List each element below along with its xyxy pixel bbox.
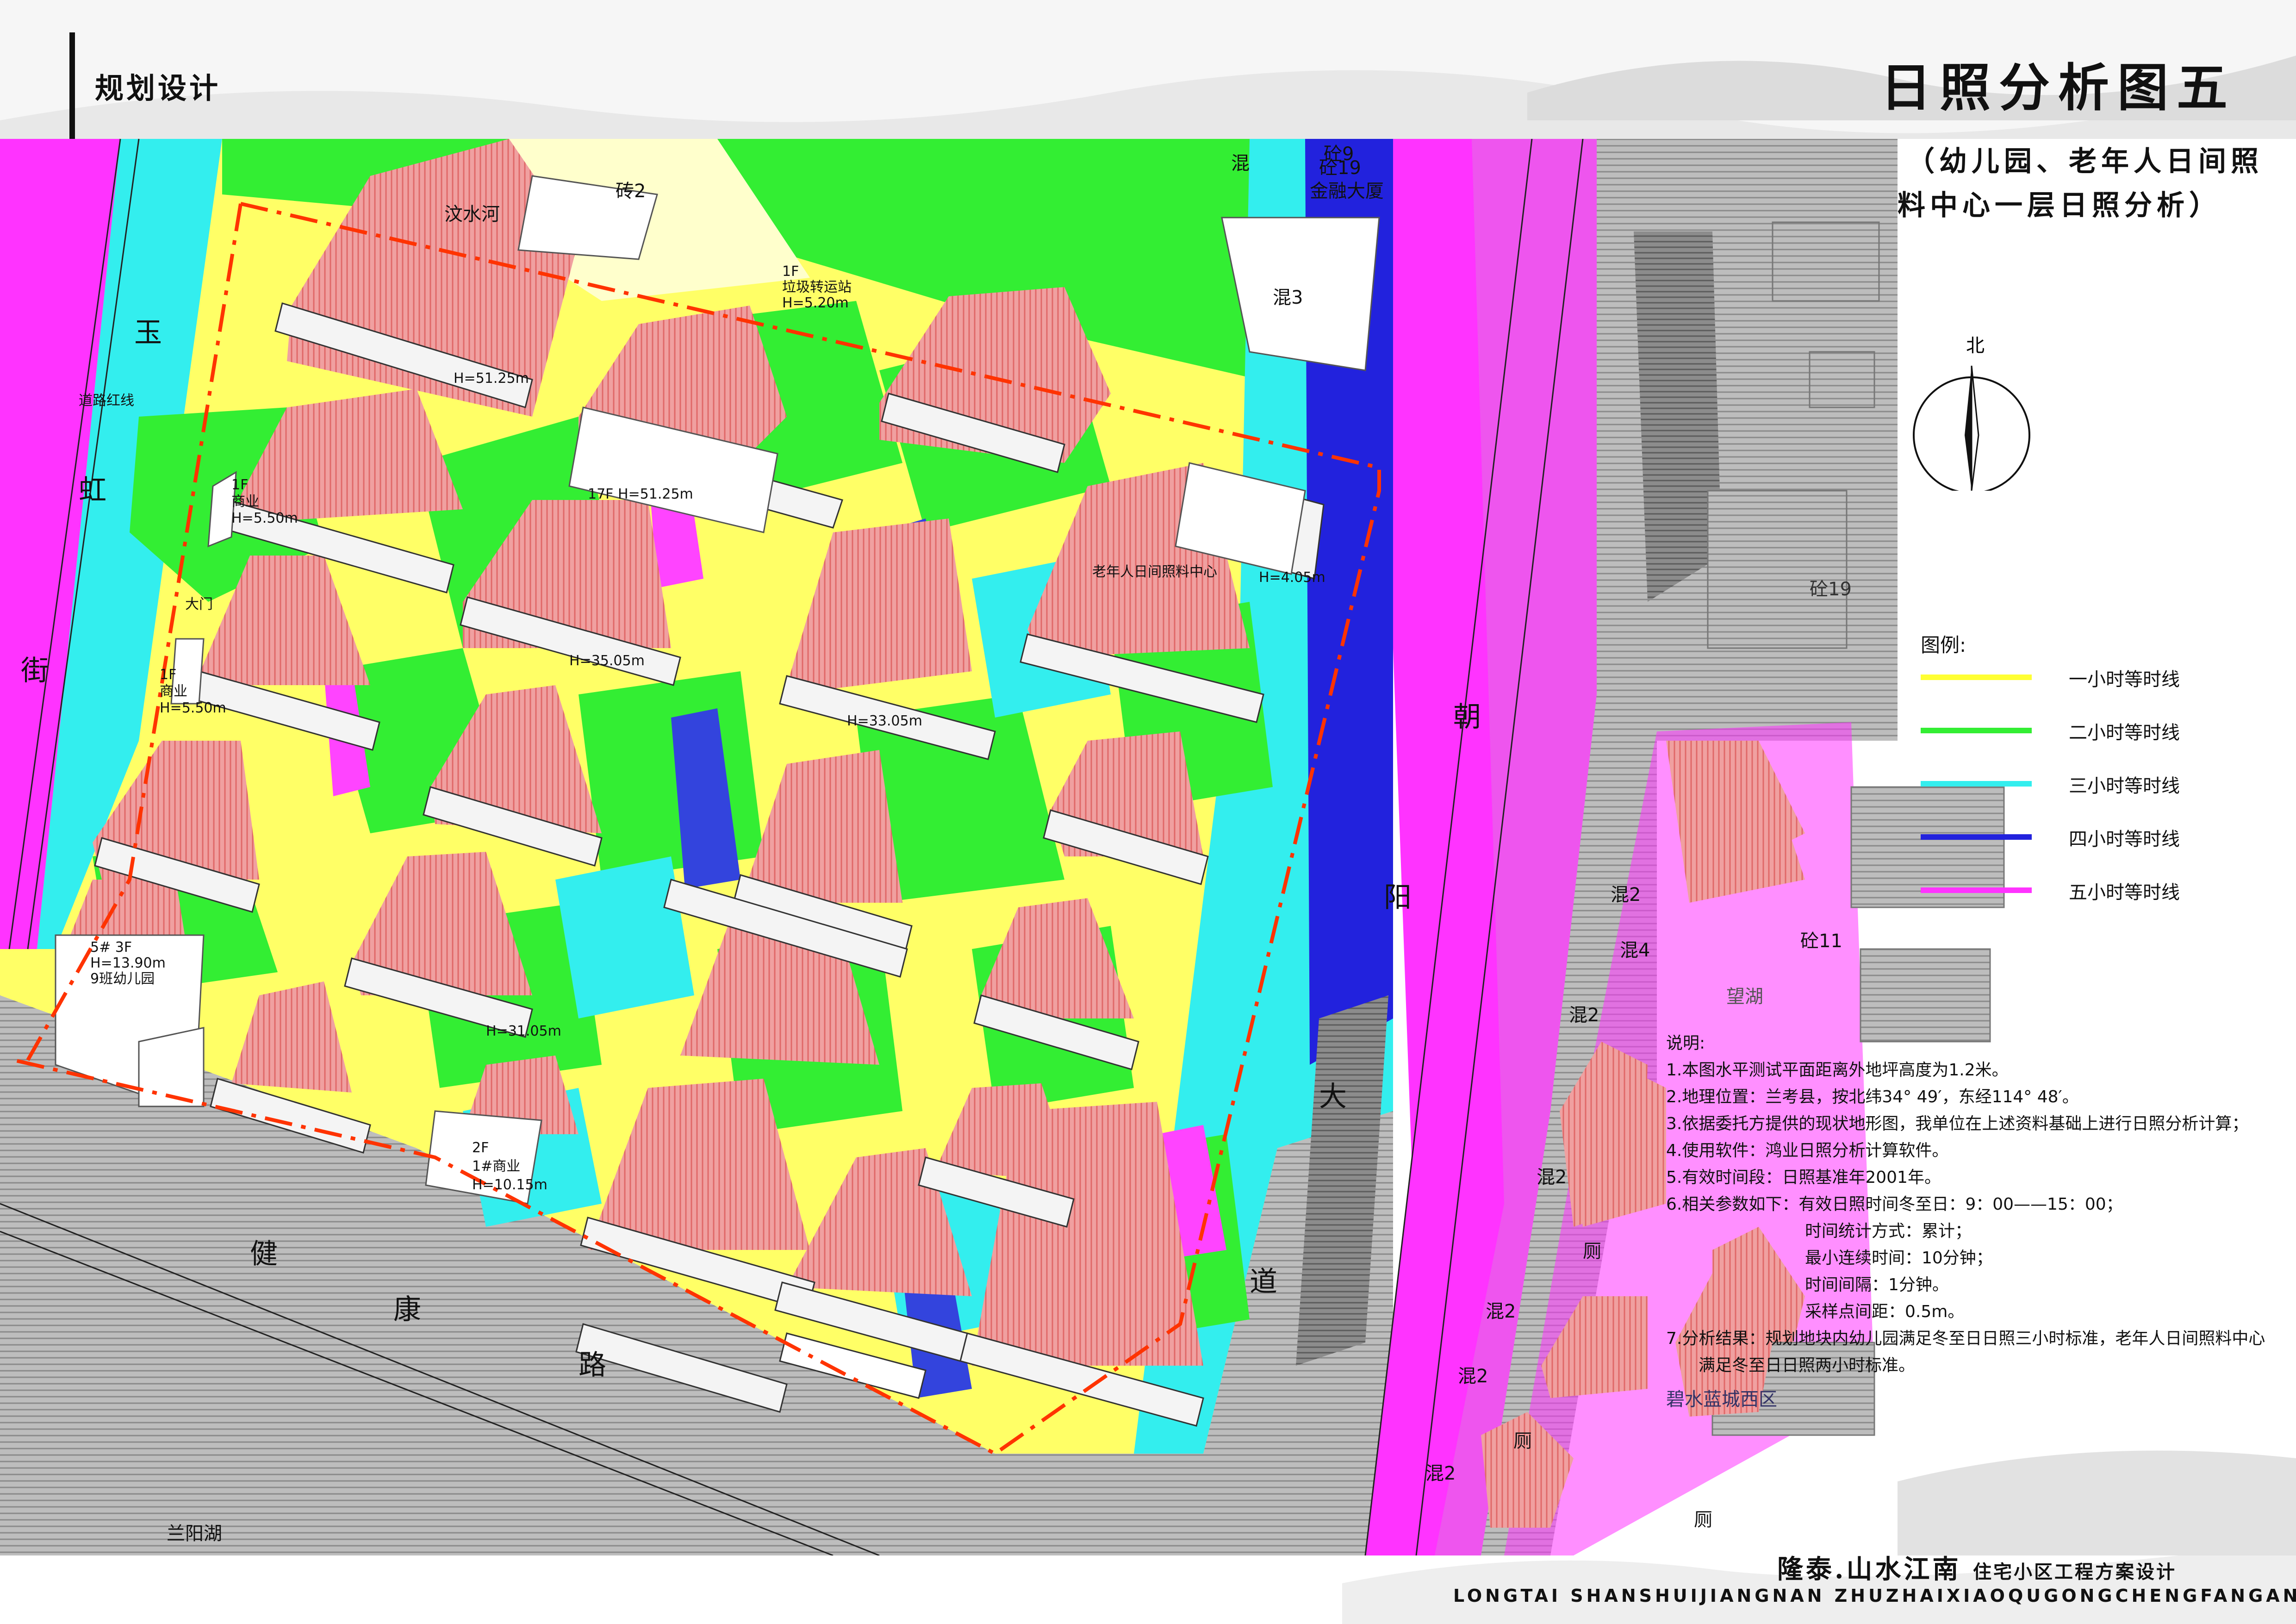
building-tag: 厕: [1583, 1241, 1601, 1262]
notes-param: 采样点间距：0.5m。: [1805, 1302, 1965, 1321]
river-label: 汶水河: [444, 204, 500, 225]
subtitle-line2: 料中心一层日照分析）: [1898, 189, 2221, 222]
notes-title: 说明:: [1666, 1034, 1705, 1053]
road-label-south: 路: [579, 1349, 606, 1381]
shop-south-label: 2F 1#商业 H=10.15m: [472, 1140, 548, 1193]
notes-result: 7.分析结果：规划地块内幼儿园满足冬至日日照三小时标准，老年人日间照料中心: [1666, 1329, 2265, 1348]
notes-line: 1.本图水平测试平面距离外地坪高度为1.2米。: [1666, 1061, 2009, 1080]
footer-brand-name: 隆泰.山水江南: [1777, 1554, 1961, 1585]
notes-line: 5.有效时间段：日照基准年2001年。: [1666, 1168, 1941, 1187]
notes-line: 3.依据委托方提供的现状地形图，我单位在上述资料基础上进行日照分析计算；: [1666, 1114, 2249, 1133]
footer-brand: 隆泰.山水江南 住宅小区工程方案设计: [1777, 1549, 2177, 1586]
building-tag: 砼19: [1810, 579, 1852, 600]
road-label-south: 健: [250, 1238, 278, 1270]
building-tag: 砖2: [616, 181, 646, 202]
building-tag: 混2: [1569, 1005, 1599, 1026]
kindergarten-label: 5# 3F H=13.90m 9班幼儿园: [90, 939, 166, 987]
building-tag: 厕: [1694, 1509, 1712, 1530]
legend-title: 图例:: [1921, 634, 1966, 656]
building-tag: 砼11: [1800, 931, 1842, 952]
commerce-label: 1F 商业 H=5.50m: [231, 477, 298, 526]
finance-building-label: 金融大厦: [1310, 181, 1384, 202]
road-label-east: 朝: [1453, 701, 1481, 733]
road-label-east: 道: [1250, 1266, 1277, 1298]
bishui-district-label: 碧水蓝城西区: [1666, 1389, 1777, 1410]
wanghu-label: 望湖: [1726, 986, 1763, 1007]
elderly-center-label: 老年人日间照料中心: [1092, 564, 1217, 580]
road-label-west: 街: [21, 655, 49, 687]
gate-label: 大门: [185, 596, 213, 612]
building-tag: 混2: [1611, 884, 1641, 906]
building-tag: 混2: [1486, 1301, 1516, 1322]
analysis-notes: 说明: 1.本图水平测试平面距离外地坪高度为1.2米。 2.地理位置：兰考县，按…: [1666, 1030, 2268, 1379]
road-label-west: 虹: [79, 474, 106, 506]
notes-line: 4.使用软件：鸿业日照分析计算软件。: [1666, 1141, 1949, 1160]
north-compass-icon: 北: [1913, 335, 2030, 491]
notes-result: 满足冬至日日照两小时标准。: [1699, 1356, 1916, 1375]
section-title: 规划设计: [95, 71, 221, 105]
legend-item-3h: 三小时等时线: [1921, 771, 2208, 799]
notes-line: 6.相关参数如下：有效日照时间冬至日：9：00——15：00；: [1666, 1195, 2123, 1214]
building-tag: 混3: [1273, 287, 1303, 308]
legend-item-1h: 一小时等时线: [1921, 664, 2208, 692]
height-label: 17F H=51.25m: [588, 486, 693, 502]
building-tag: 厕: [1513, 1430, 1532, 1452]
building-tag: 混4: [1620, 940, 1650, 961]
building-tag: 混2: [1537, 1167, 1567, 1188]
road-label-west: 玉: [134, 317, 162, 349]
garbage-station-label: 1F 垃圾转运站 H=5.20m: [782, 263, 852, 311]
notes-line: 2.地理位置：兰考县，按北纬34° 49′，东经114° 48′。: [1666, 1087, 2079, 1106]
header-bar: [69, 32, 75, 139]
legend-item-4h: 四小时等时线: [1921, 824, 2208, 852]
height-label: H=33.05m: [847, 713, 922, 729]
compass-north-label: 北: [1966, 335, 1985, 356]
height-label: H=31.05m: [486, 1023, 561, 1039]
page-title: 日照分析图五: [1880, 58, 2236, 118]
road-label-south: 康: [393, 1293, 421, 1326]
subtitle-line1: （幼儿园、老年人日间照: [1907, 145, 2263, 178]
height-label: H=4.05m: [1259, 569, 1325, 586]
sunlight-analysis-map: [0, 0, 2296, 1624]
notes-param: 最小连续时间：10分钟；: [1805, 1249, 1993, 1268]
legend-item-2h: 二小时等时线: [1921, 718, 2208, 745]
footer-english: LONGTAI SHANSHUIJIANGNAN ZHUZHAIXIAOQUGO…: [1453, 1586, 2296, 1606]
building-tag: 砼9: [1324, 144, 1354, 165]
building-tag: 混: [1231, 153, 1250, 174]
height-label: H=51.25m: [454, 370, 529, 387]
road-label-east: 大: [1319, 1081, 1347, 1113]
notes-param: 时间统计方式：累计；: [1805, 1222, 1972, 1241]
legend-item-5h: 五小时等时线: [1921, 877, 2208, 905]
height-label: H=35.05m: [569, 653, 645, 669]
footer-project: 住宅小区工程方案设计: [1973, 1561, 2177, 1583]
lanyang-lake-label: 兰阳湖: [167, 1523, 222, 1544]
building-tag: 混2: [1458, 1366, 1488, 1387]
commerce-label: 1F 商业 H=5.50m: [160, 667, 226, 716]
road-label-east: 阳: [1384, 881, 1412, 914]
building-tag: 混2: [1425, 1463, 1456, 1484]
red-line-label: 道路红线: [79, 393, 134, 409]
notes-param: 时间间隔：1分钟。: [1805, 1275, 1949, 1294]
